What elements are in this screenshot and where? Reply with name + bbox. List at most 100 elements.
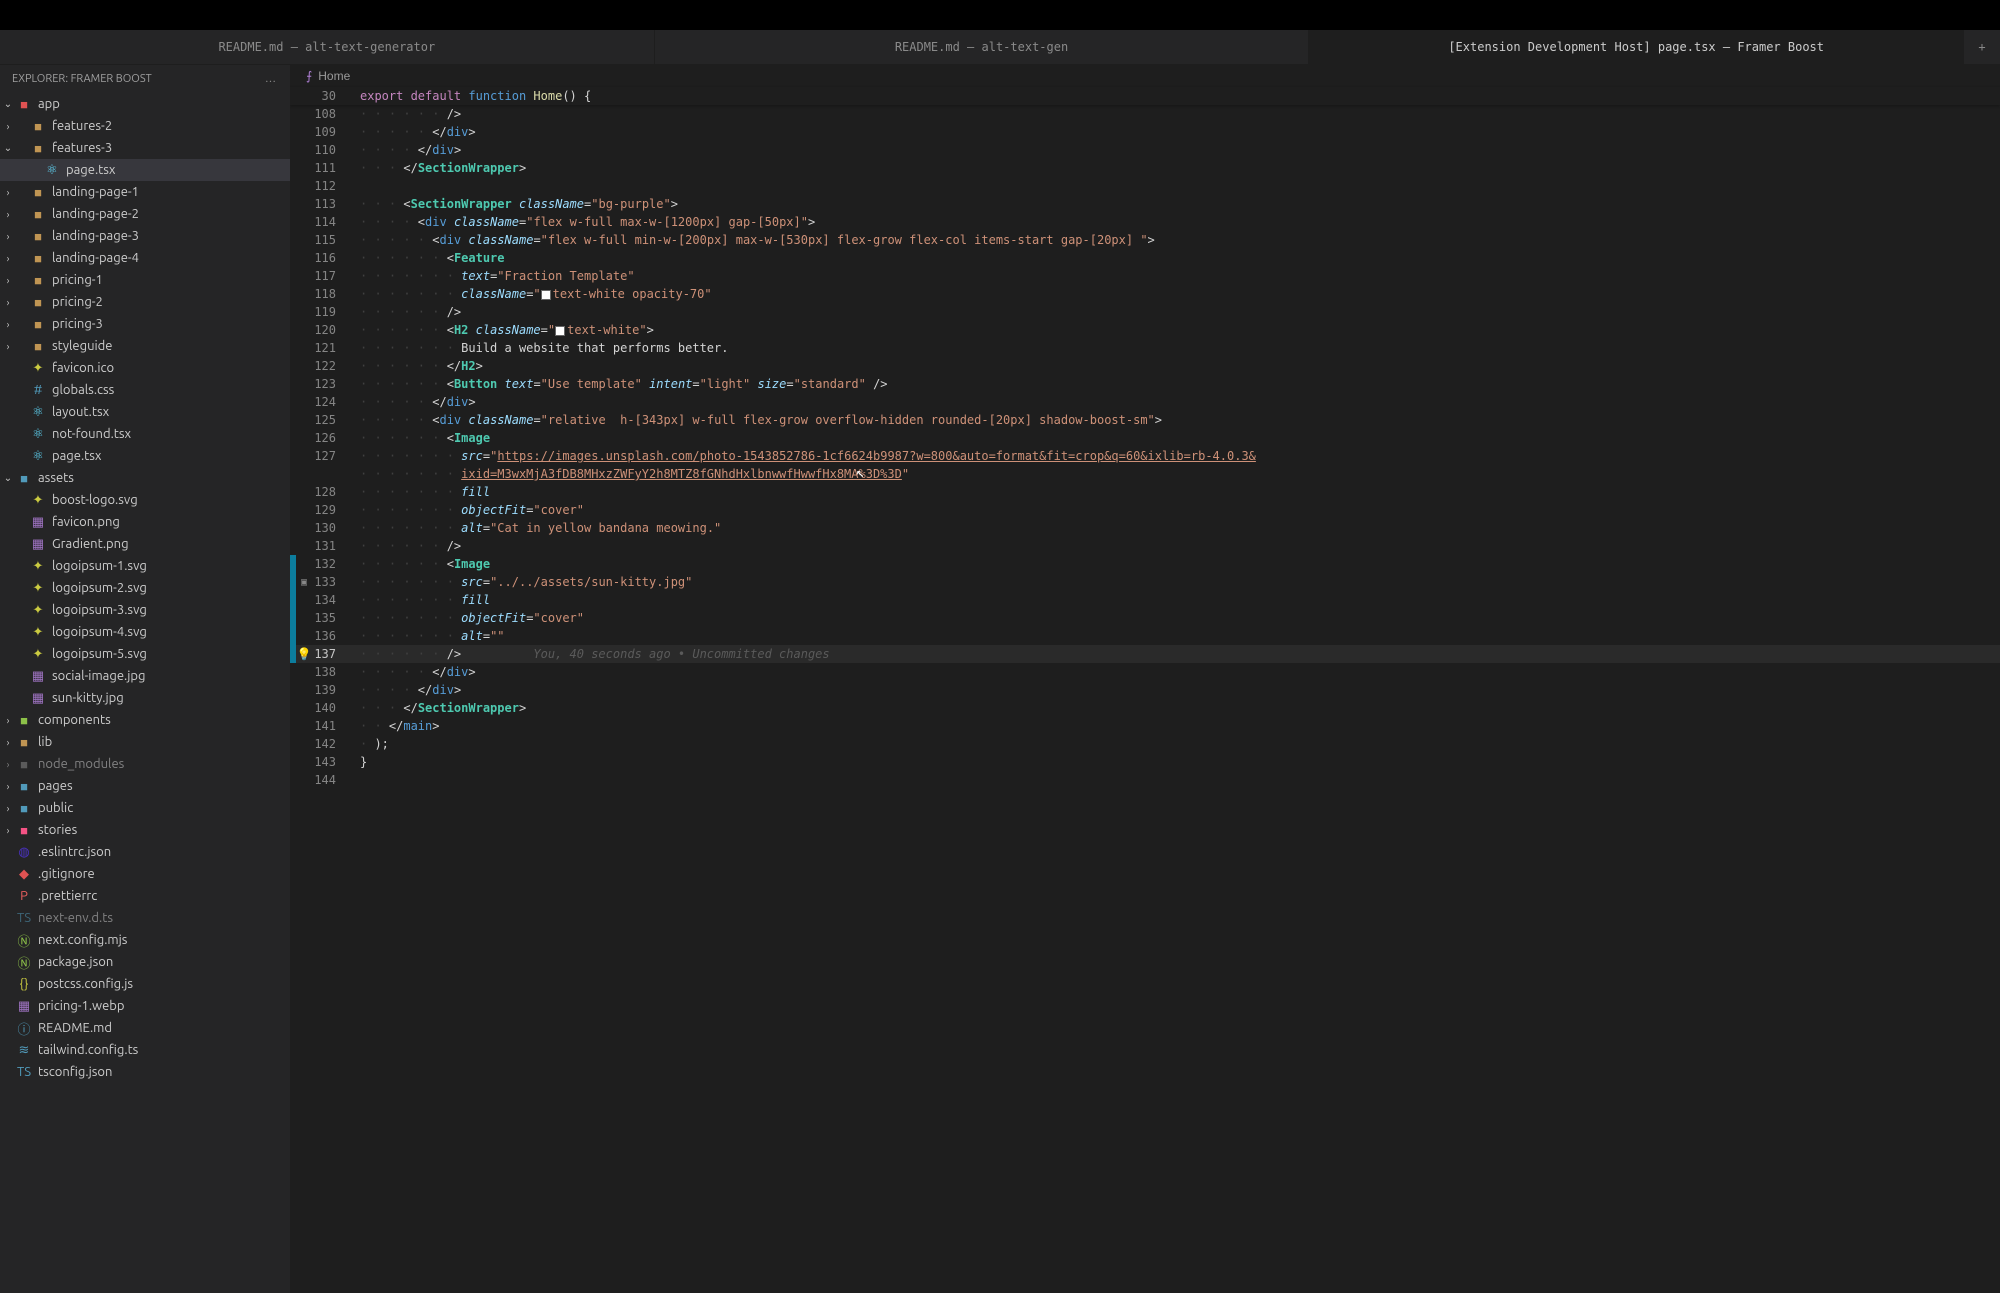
code-line[interactable]: 123· · · · · · <Button text="Use templat… (290, 375, 2000, 393)
code-line[interactable]: 141· · </main> (290, 717, 2000, 735)
tree-file[interactable]: ✦boost-logo.svg (0, 489, 290, 511)
line-content[interactable]: · · · · · · <H2 className="text-white"> (352, 323, 2000, 337)
tree-file[interactable]: ✦logoipsum-3.svg (0, 599, 290, 621)
code-line[interactable]: 117· · · · · · · text="Fraction Template… (290, 267, 2000, 285)
twisty-icon[interactable]: ⌄ (0, 142, 16, 154)
tree-file[interactable]: ▦sun-kitty.jpg (0, 687, 290, 709)
tree-file[interactable]: ⓘREADME.md (0, 1017, 290, 1039)
explorer-sidebar[interactable]: Explorer: Framer Boost … ⌄■app›■features… (0, 65, 290, 1293)
tree-file[interactable]: TStsconfig.json (0, 1061, 290, 1083)
tree-file[interactable]: ⚛layout.tsx (0, 401, 290, 423)
tree-file[interactable]: #globals.css (0, 379, 290, 401)
twisty-icon[interactable]: › (0, 825, 16, 836)
line-content[interactable]: · ); (352, 737, 2000, 751)
code-line[interactable]: 112 (290, 177, 2000, 195)
code-line[interactable]: 114· · · · <div className="flex w-full m… (290, 213, 2000, 231)
twisty-icon[interactable]: › (0, 187, 16, 198)
twisty-icon[interactable]: › (0, 231, 16, 242)
tree-file[interactable]: ✦favicon.ico (0, 357, 290, 379)
tree-file[interactable]: ✦logoipsum-5.svg (0, 643, 290, 665)
line-content[interactable]: · · · · · · · objectFit="cover" (352, 611, 2000, 625)
line-content[interactable]: · · · · · · /> (352, 539, 2000, 553)
tree-folder[interactable]: ›■landing-page-1 (0, 181, 290, 203)
line-content[interactable]: · · · · </div> (352, 143, 2000, 157)
line-content[interactable]: · · · </SectionWrapper> (352, 701, 2000, 715)
line-content[interactable]: · · · · · · · src="../../assets/sun-kitt… (352, 575, 2000, 589)
twisty-icon[interactable]: › (0, 253, 16, 264)
code-line[interactable]: 135· · · · · · · objectFit="cover" (290, 609, 2000, 627)
editor-area[interactable]: ⨍ Home 30 export default function Home()… (290, 65, 2000, 1293)
tree-file[interactable]: TSnext-env.d.ts (0, 907, 290, 929)
code-line[interactable]: 118· · · · · · · className="text-white o… (290, 285, 2000, 303)
code-editor[interactable]: 108· · · · · · />109· · · · · </div>110·… (290, 105, 2000, 1293)
twisty-icon[interactable]: › (0, 319, 16, 330)
line-content[interactable]: · · · · · <div className="flex w-full mi… (352, 233, 2000, 247)
twisty-icon[interactable]: ⌄ (0, 98, 16, 110)
code-line[interactable]: 110· · · · </div> (290, 141, 2000, 159)
tree-folder[interactable]: ›■pages (0, 775, 290, 797)
line-content[interactable]: · · · · · · · fill (352, 593, 2000, 607)
tree-file[interactable]: ✦logoipsum-2.svg (0, 577, 290, 599)
code-line[interactable]: 128· · · · · · · fill (290, 483, 2000, 501)
twisty-icon[interactable]: ⌄ (0, 472, 16, 484)
code-line[interactable]: · · · · · · · ixid=M3wxMjA3fDB8MHxzZWFyY… (290, 465, 2000, 483)
tree-folder[interactable]: ⌄■assets (0, 467, 290, 489)
line-content[interactable]: · · · · · </div> (352, 125, 2000, 139)
tree-file[interactable]: P.prettierrc (0, 885, 290, 907)
code-line[interactable]: 💡137· · · · · · /> You, 40 seconds ago •… (290, 645, 2000, 663)
twisty-icon[interactable]: › (0, 275, 16, 286)
tree-file[interactable]: ⚛page.tsx (0, 445, 290, 467)
tree-file[interactable]: ≋tailwind.config.ts (0, 1039, 290, 1061)
code-line[interactable]: 139· · · · </div> (290, 681, 2000, 699)
twisty-icon[interactable]: › (0, 781, 16, 792)
tree-folder[interactable]: ›■pricing-3 (0, 313, 290, 335)
code-line[interactable]: 138· · · · · </div> (290, 663, 2000, 681)
line-content[interactable]: · · · </SectionWrapper> (352, 161, 2000, 175)
tree-file[interactable]: ◆.gitignore (0, 863, 290, 885)
tree-file[interactable]: ⚛page.tsx (0, 159, 290, 181)
line-content[interactable]: · · </main> (352, 719, 2000, 733)
code-line[interactable]: 111· · · </SectionWrapper> (290, 159, 2000, 177)
tree-file[interactable]: ✦logoipsum-4.svg (0, 621, 290, 643)
tree-folder[interactable]: ›■public (0, 797, 290, 819)
code-line[interactable]: ▣133· · · · · · · src="../../assets/sun-… (290, 573, 2000, 591)
line-content[interactable]: · · · · · · · Build a website that perfo… (352, 341, 2000, 355)
tree-folder[interactable]: ›■pricing-1 (0, 269, 290, 291)
code-line[interactable]: 116· · · · · · <Feature (290, 249, 2000, 267)
tree-folder[interactable]: ›■styleguide (0, 335, 290, 357)
line-content[interactable]: · · · · · · · alt="Cat in yellow bandana… (352, 521, 2000, 535)
line-content[interactable]: } (352, 755, 2000, 769)
tree-file[interactable]: ▦Gradient.png (0, 533, 290, 555)
tree-folder[interactable]: ›■components (0, 709, 290, 731)
sticky-scroll-line[interactable]: 30 export default function Home() { (290, 87, 2000, 105)
line-content[interactable]: · · · · · · · text="Fraction Template" (352, 269, 2000, 283)
breadcrumb[interactable]: ⨍ Home (290, 65, 2000, 87)
line-content[interactable]: · · · · · · · objectFit="cover" (352, 503, 2000, 517)
code-line[interactable]: 142· ); (290, 735, 2000, 753)
code-line[interactable]: 121· · · · · · · Build a website that pe… (290, 339, 2000, 357)
code-line[interactable]: 125· · · · · <div className="relative h-… (290, 411, 2000, 429)
tree-folder[interactable]: ›■node_modules (0, 753, 290, 775)
code-line[interactable]: 131· · · · · · /> (290, 537, 2000, 555)
code-line[interactable]: 122· · · · · · </H2> (290, 357, 2000, 375)
code-line[interactable]: 143} (290, 753, 2000, 771)
tree-file[interactable]: ▦favicon.png (0, 511, 290, 533)
tree-file[interactable]: ✦logoipsum-1.svg (0, 555, 290, 577)
file-tree[interactable]: ⌄■app›■features-2⌄■features-3⚛page.tsx›■… (0, 93, 290, 1103)
line-content[interactable]: · · · · · · </H2> (352, 359, 2000, 373)
tree-file[interactable]: ⚛not-found.tsx (0, 423, 290, 445)
code-line[interactable]: 115· · · · · <div className="flex w-full… (290, 231, 2000, 249)
twisty-icon[interactable]: › (0, 737, 16, 748)
lightbulb-icon[interactable]: 💡 (296, 647, 312, 661)
editor-tab[interactable]: [Extension Development Host] page.tsx — … (1309, 30, 1964, 64)
code-line[interactable]: 108· · · · · · /> (290, 105, 2000, 123)
tree-file[interactable]: ▦pricing-1.webp (0, 995, 290, 1017)
code-line[interactable]: 140· · · </SectionWrapper> (290, 699, 2000, 717)
line-content[interactable]: · · · · · · /> You, 40 seconds ago • Unc… (352, 647, 2000, 661)
tree-file[interactable]: ◍.eslintrc.json (0, 841, 290, 863)
code-line[interactable]: 134· · · · · · · fill (290, 591, 2000, 609)
tree-folder[interactable]: ⌄■features-3 (0, 137, 290, 159)
twisty-icon[interactable]: › (0, 341, 16, 352)
code-line[interactable]: 126· · · · · · <Image (290, 429, 2000, 447)
tree-file[interactable]: Ⓝpackage.json (0, 951, 290, 973)
